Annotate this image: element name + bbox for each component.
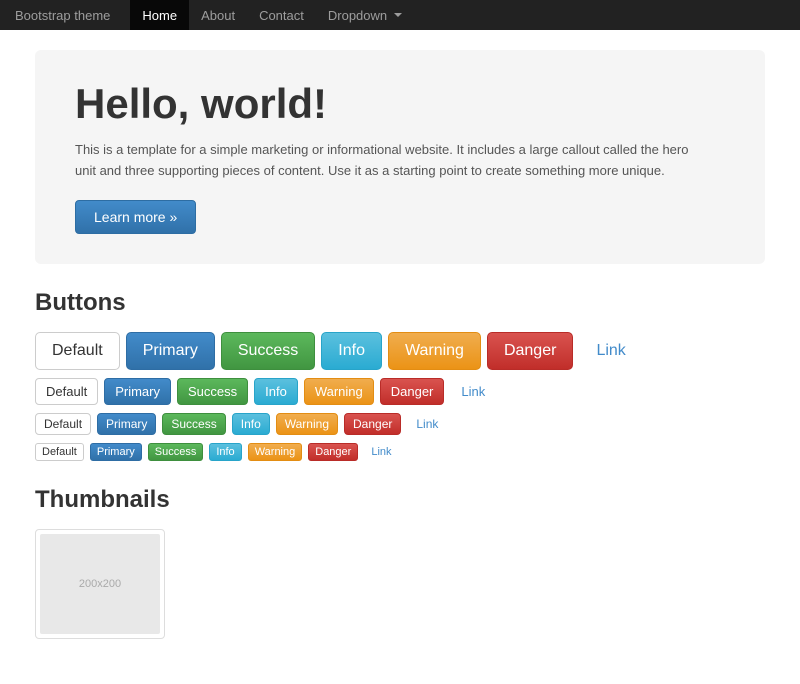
btn-default-xs[interactable]: Default <box>35 443 84 461</box>
thumbnail-image: 200x200 <box>40 534 160 634</box>
btn-info-xs[interactable]: Info <box>209 443 241 461</box>
btn-row-md: Default Primary Success Info Warning Dan… <box>35 378 765 405</box>
btn-primary-sm[interactable]: Primary <box>97 413 156 435</box>
nav-item-about[interactable]: About <box>189 0 247 30</box>
btn-danger-lg[interactable]: Danger <box>487 332 573 370</box>
btn-warning-xs[interactable]: Warning <box>248 443 303 461</box>
btn-warning-md[interactable]: Warning <box>304 378 374 405</box>
learn-more-button[interactable]: Learn more » <box>75 200 196 234</box>
btn-row-sm: Default Primary Success Info Warning Dan… <box>35 413 765 435</box>
dropdown-label: Dropdown <box>328 8 402 23</box>
nav-items: Home About Contact Dropdown <box>130 0 414 30</box>
navbar-brand[interactable]: Bootstrap theme <box>15 8 110 23</box>
btn-default-lg[interactable]: Default <box>35 332 120 370</box>
nav-item-home[interactable]: Home <box>130 0 189 30</box>
btn-default-md[interactable]: Default <box>35 378 98 405</box>
btn-row-xs: Default Primary Success Info Warning Dan… <box>35 443 765 461</box>
btn-default-sm[interactable]: Default <box>35 413 91 435</box>
thumbnail-item[interactable]: 200x200 <box>35 529 165 639</box>
hero-unit: Hello, world! This is a template for a s… <box>35 50 765 264</box>
btn-danger-md[interactable]: Danger <box>380 378 445 405</box>
thumbnails-section: Thumbnails 200x200 <box>35 486 765 639</box>
buttons-title: Buttons <box>35 289 765 317</box>
nav-item-contact[interactable]: Contact <box>247 0 316 30</box>
btn-primary-xs[interactable]: Primary <box>90 443 142 461</box>
btn-link-sm[interactable]: Link <box>407 413 447 435</box>
btn-row-lg: Default Primary Success Info Warning Dan… <box>35 332 765 370</box>
btn-info-md[interactable]: Info <box>254 378 298 405</box>
hero-title: Hello, world! <box>75 80 725 128</box>
buttons-section: Buttons Default Primary Success Info War… <box>35 289 765 461</box>
btn-danger-xs[interactable]: Danger <box>308 443 358 461</box>
btn-link-md[interactable]: Link <box>450 378 496 405</box>
dropdown-caret-icon <box>394 13 402 17</box>
btn-warning-sm[interactable]: Warning <box>276 413 338 435</box>
btn-success-sm[interactable]: Success <box>162 413 225 435</box>
btn-primary-lg[interactable]: Primary <box>126 332 215 370</box>
nav-item-dropdown[interactable]: Dropdown <box>316 0 414 30</box>
thumbnails-title: Thumbnails <box>35 486 765 514</box>
btn-warning-lg[interactable]: Warning <box>388 332 481 370</box>
thumbnail-size-label: 200x200 <box>79 578 121 590</box>
btn-info-sm[interactable]: Info <box>232 413 270 435</box>
btn-primary-md[interactable]: Primary <box>104 378 171 405</box>
btn-success-xs[interactable]: Success <box>148 443 204 461</box>
main-container: Hello, world! This is a template for a s… <box>20 30 780 684</box>
navbar: Bootstrap theme Home About Contact Dropd… <box>0 0 800 30</box>
btn-success-md[interactable]: Success <box>177 378 248 405</box>
hero-description: This is a template for a simple marketin… <box>75 140 695 182</box>
btn-info-lg[interactable]: Info <box>321 332 382 370</box>
btn-link-lg[interactable]: Link <box>579 332 642 370</box>
btn-link-xs[interactable]: Link <box>364 443 398 461</box>
btn-danger-sm[interactable]: Danger <box>344 413 401 435</box>
btn-success-lg[interactable]: Success <box>221 332 315 370</box>
